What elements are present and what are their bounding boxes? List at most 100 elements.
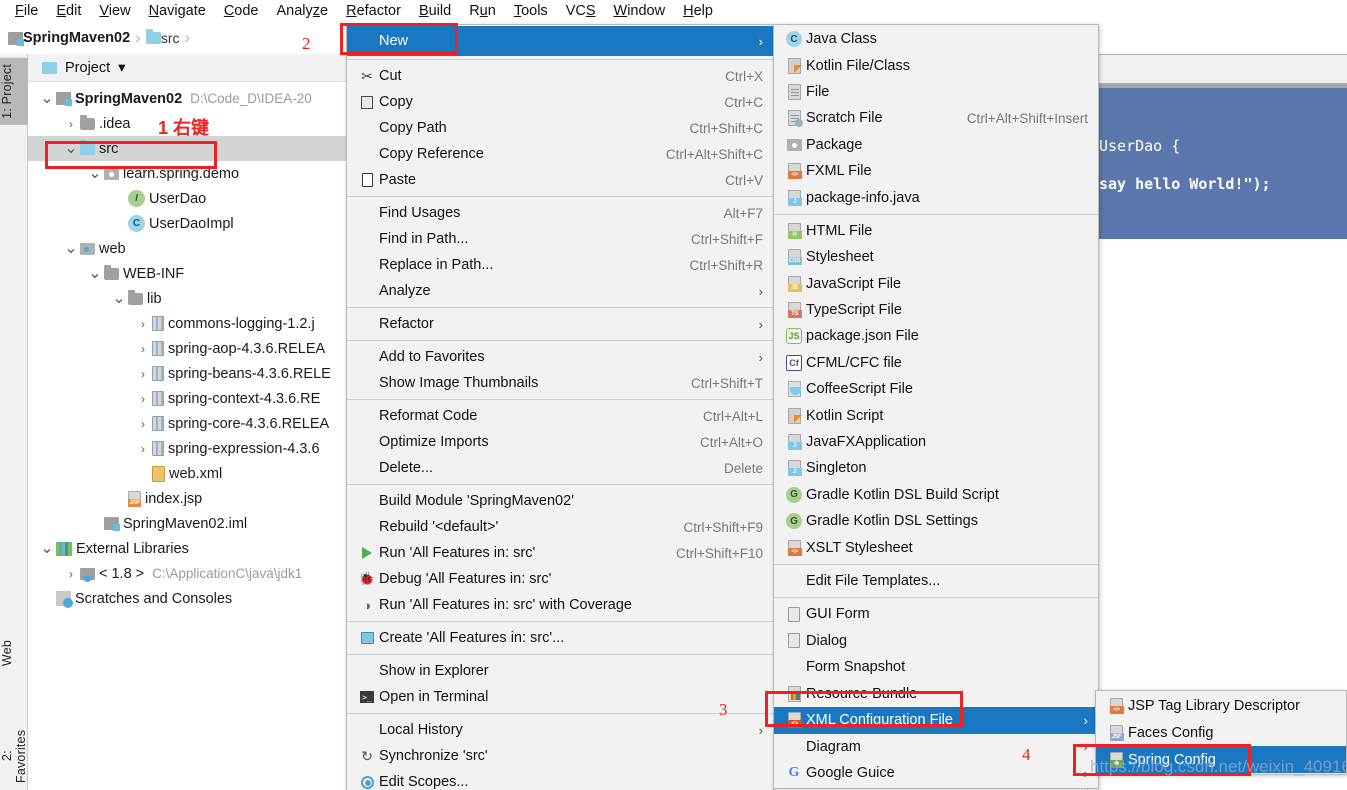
menu-item-java-class[interactable]: C Java Class [774, 26, 1098, 52]
menu-item-cut[interactable]: ✂ Cut Ctrl+X [347, 63, 773, 89]
menu-item-coffeescript-file[interactable]: CoffeeScript File [774, 376, 1098, 402]
menu-item-rebuild-default[interactable]: Rebuild '<default>' Ctrl+Shift+F9 [347, 514, 773, 540]
menu-item-reformat-code[interactable]: Reformat Code Ctrl+Alt+L [347, 403, 773, 429]
menu-item-jsp-tag-library-descriptor[interactable]: <> JSP Tag Library Descriptor [1096, 692, 1346, 719]
chevron-down-icon[interactable]: ⌄ [62, 240, 80, 256]
chevron-right-icon[interactable]: › [134, 342, 152, 356]
menu-item-paste[interactable]: Paste Ctrl+V [347, 167, 773, 193]
menubar-item-run[interactable]: Run [460, 0, 505, 22]
chevron-right-icon[interactable]: › [134, 367, 152, 381]
chevron-right-icon[interactable]: › [134, 417, 152, 431]
menu-item-create-all-features-in-src[interactable]: Create 'All Features in: src'... [347, 625, 773, 651]
menu-item-google-guice[interactable]: G Google Guice › [774, 760, 1098, 786]
editor-tab-strip[interactable] [1088, 54, 1347, 84]
tree-node-label: WEB-INF [123, 265, 185, 282]
chevron-down-icon[interactable]: ⌄ [86, 165, 104, 181]
menu-item-analyze[interactable]: Analyze › [347, 278, 773, 304]
menu-item-icon-slot: <> [1104, 697, 1128, 714]
menu-item-form-snapshot[interactable]: Form Snapshot [774, 654, 1098, 680]
chevron-down-icon[interactable]: ⌄ [38, 540, 56, 556]
menu-item-optimize-imports[interactable]: Optimize Imports Ctrl+Alt+O [347, 429, 773, 455]
menu-item-edit-scopes[interactable]: Edit Scopes... [347, 769, 773, 790]
chevron-right-icon[interactable]: › [134, 442, 152, 456]
chevron-right-icon[interactable]: › [62, 567, 80, 581]
menubar-item-view[interactable]: View [90, 0, 139, 22]
menu-item-scratch-file[interactable]: Scratch File Ctrl+Alt+Shift+Insert [774, 105, 1098, 131]
kotlin-script-icon [787, 407, 802, 424]
menu-item-copy[interactable]: Copy Ctrl+C [347, 89, 773, 115]
menu-item-xslt-stylesheet[interactable]: <> XSLT Stylesheet [774, 534, 1098, 560]
chevron-down-icon[interactable]: ⌄ [110, 290, 128, 306]
breadcrumb-folder[interactable]: src [161, 30, 180, 46]
menubar-item-refactor[interactable]: Refactor [337, 0, 410, 22]
menu-item-stylesheet[interactable]: CSS Stylesheet [774, 244, 1098, 270]
menu-item-gradle-kotlin-dsl-build-script[interactable]: G Gradle Kotlin DSL Build Script [774, 482, 1098, 508]
menu-item-show-in-explorer[interactable]: Show in Explorer [347, 658, 773, 684]
menu-item-edit-file-templates[interactable]: Edit File Templates... [774, 568, 1098, 594]
menubar-item-edit[interactable]: Edit [47, 0, 90, 22]
menu-item-copy-reference[interactable]: Copy Reference Ctrl+Alt+Shift+C [347, 141, 773, 167]
menu-item-local-history[interactable]: Local History › [347, 717, 773, 743]
menu-item-delete[interactable]: Delete... Delete [347, 455, 773, 481]
menu-item-typescript-file[interactable]: TS TypeScript File [774, 297, 1098, 323]
menu-item-singleton[interactable]: J Singleton [774, 455, 1098, 481]
menu-item-diagram[interactable]: Diagram › [774, 734, 1098, 760]
chevron-down-icon[interactable]: ▾ [118, 60, 125, 76]
chevron-down-icon[interactable]: ⌄ [38, 90, 56, 106]
menu-item-synchronize-src[interactable]: ↻ Synchronize 'src' [347, 743, 773, 769]
menu-item-xml-configuration-file[interactable]: <> XML Configuration File › [774, 706, 1098, 734]
menu-item-add-to-favorites[interactable]: Add to Favorites › [347, 344, 773, 370]
new-submenu[interactable]: C Java Class Kotlin File/Class File Scratch … [773, 24, 1099, 789]
menubar-item-analyze[interactable]: Analyze [268, 0, 338, 22]
menu-item-copy-path[interactable]: Copy Path Ctrl+Shift+C [347, 115, 773, 141]
menu-item-cfml-cfc-file[interactable]: Cf CFML/CFC file [774, 350, 1098, 376]
code-editor[interactable]: UserDao {say hello World!"); [1088, 88, 1347, 239]
tool-tab-web[interactable]: Web [0, 634, 28, 672]
menu-item-file[interactable]: File [774, 79, 1098, 105]
menubar-item-navigate[interactable]: Navigate [140, 0, 215, 22]
html-file-icon: H [787, 222, 802, 239]
chevron-down-icon[interactable]: ⌄ [62, 140, 80, 156]
menu-item-new[interactable]: New › [347, 26, 773, 56]
menu-item-fxml-file[interactable]: <> FXML File [774, 158, 1098, 184]
menu-item-kotlin-file-class[interactable]: Kotlin File/Class [774, 52, 1098, 78]
menubar-item-build[interactable]: Build [410, 0, 460, 22]
chevron-right-icon[interactable]: › [62, 117, 80, 131]
menu-item-gradle-kotlin-dsl-settings[interactable]: G Gradle Kotlin DSL Settings [774, 508, 1098, 534]
menu-item-package-info-java[interactable]: Jpackage-info.java [774, 184, 1098, 210]
menu-item-debug-all-features-in-src[interactable]: 🐞 Debug 'All Features in: src' [347, 566, 773, 592]
menu-item-refactor[interactable]: Refactor › [347, 311, 773, 337]
chevron-right-icon[interactable]: › [134, 317, 152, 331]
menu-item-build-module-springmaven02[interactable]: Build Module 'SpringMaven02' [347, 488, 773, 514]
tree-node-label: < 1.8 > [99, 565, 145, 582]
menu-item-package[interactable]: Package [774, 132, 1098, 158]
menu-item-dialog[interactable]: Dialog [774, 628, 1098, 654]
tool-tab-project[interactable]: 1: Project [0, 58, 28, 125]
menu-item-run-all-features-in-src-with-coverage[interactable]: ◑ Run 'All Features in: src' with Coverag… [347, 592, 773, 618]
menu-item-javascript-file[interactable]: JS JavaScript File [774, 271, 1098, 297]
menubar-item-help[interactable]: Help [674, 0, 722, 22]
menu-item-find-in-path[interactable]: Find in Path... Ctrl+Shift+F [347, 226, 773, 252]
breadcrumb-project[interactable]: SpringMaven02 [23, 30, 130, 46]
context-menu[interactable]: New › ✂ Cut Ctrl+X Copy Ctrl+C Copy Path Ctrl+Sh… [346, 24, 774, 790]
menu-item-faces-config[interactable]: JSF Faces Config [1096, 719, 1346, 746]
menu-item-resource-bundle[interactable]: Resource Bundle [774, 680, 1098, 706]
menu-item-gui-form[interactable]: GUI Form [774, 601, 1098, 627]
menubar-item-window[interactable]: Window [605, 0, 675, 22]
menu-item-open-in-terminal[interactable]: >_ Open in Terminal [347, 684, 773, 710]
menu-item-run-all-features-in-src[interactable]: Run 'All Features in: src' Ctrl+Shift+F10 [347, 540, 773, 566]
menubar-item-file[interactable]: File [6, 0, 47, 22]
menubar-item-code[interactable]: Code [215, 0, 268, 22]
menu-item-show-image-thumbnails[interactable]: Show Image Thumbnails Ctrl+Shift+T [347, 370, 773, 396]
chevron-right-icon[interactable]: › [134, 392, 152, 406]
menu-item-kotlin-script[interactable]: Kotlin Script [774, 402, 1098, 428]
menu-item-html-file[interactable]: H HTML File [774, 218, 1098, 244]
tool-tab-favorites[interactable]: 2: Favorites [0, 722, 28, 790]
menu-item-javafxapplication[interactable]: J JavaFXApplication [774, 429, 1098, 455]
menu-item-find-usages[interactable]: Find Usages Alt+F7 [347, 200, 773, 226]
menu-item-replace-in-path[interactable]: Replace in Path... Ctrl+Shift+R [347, 252, 773, 278]
chevron-down-icon[interactable]: ⌄ [86, 265, 104, 281]
menu-item-package-json-file[interactable]: JS package.json File [774, 323, 1098, 349]
menubar-item-vcs[interactable]: VCS [557, 0, 605, 22]
menubar-item-tools[interactable]: Tools [505, 0, 557, 22]
